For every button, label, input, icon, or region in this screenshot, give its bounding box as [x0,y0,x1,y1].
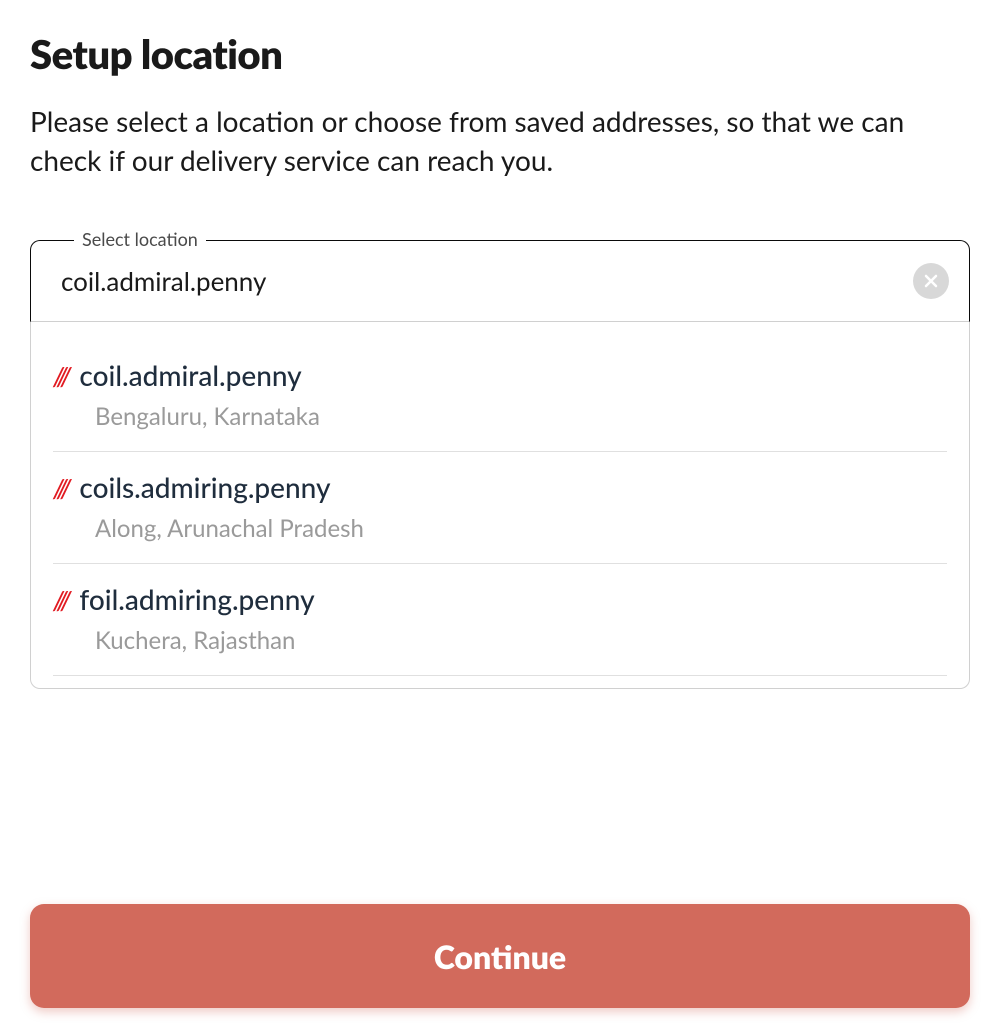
suggestion-location: Kuchera, Rajasthan [53,626,947,655]
slashes-icon: /// [53,360,69,392]
suggestion-words: foil.admiring.penny [79,582,314,616]
suggestion-header: /// coils.admiring.penny [53,470,947,504]
close-icon [923,273,939,289]
suggestion-item[interactable]: /// coils.admiring.penny Along, Arunacha… [53,452,947,564]
suggestion-location: Along, Arunachal Pradesh [53,514,947,543]
location-field-label: Select location [74,228,206,250]
suggestion-words: coil.admiral.penny [79,358,301,392]
location-input[interactable] [61,265,901,297]
suggestion-words: coils.admiring.penny [79,470,330,504]
suggestion-header: /// foil.admiring.penny [53,582,947,616]
location-field-box [30,240,970,322]
page-subtitle: Please select a location or choose from … [30,102,970,180]
suggestion-item[interactable]: /// coil.admiral.penny Bengaluru, Karnat… [53,338,947,452]
slashes-icon: /// [53,584,69,616]
page-title: Setup location [30,30,970,78]
suggestion-location: Bengaluru, Karnataka [53,402,947,431]
location-field-wrapper: Select location /// coil.admiral.penny B… [30,240,970,689]
clear-input-button[interactable] [913,263,949,299]
slashes-icon: /// [53,472,69,504]
continue-button[interactable]: Continue [30,904,970,1008]
suggestions-dropdown: /// coil.admiral.penny Bengaluru, Karnat… [30,322,970,689]
suggestion-header: /// coil.admiral.penny [53,358,947,392]
suggestion-item[interactable]: /// foil.admiring.penny Kuchera, Rajasth… [53,564,947,676]
